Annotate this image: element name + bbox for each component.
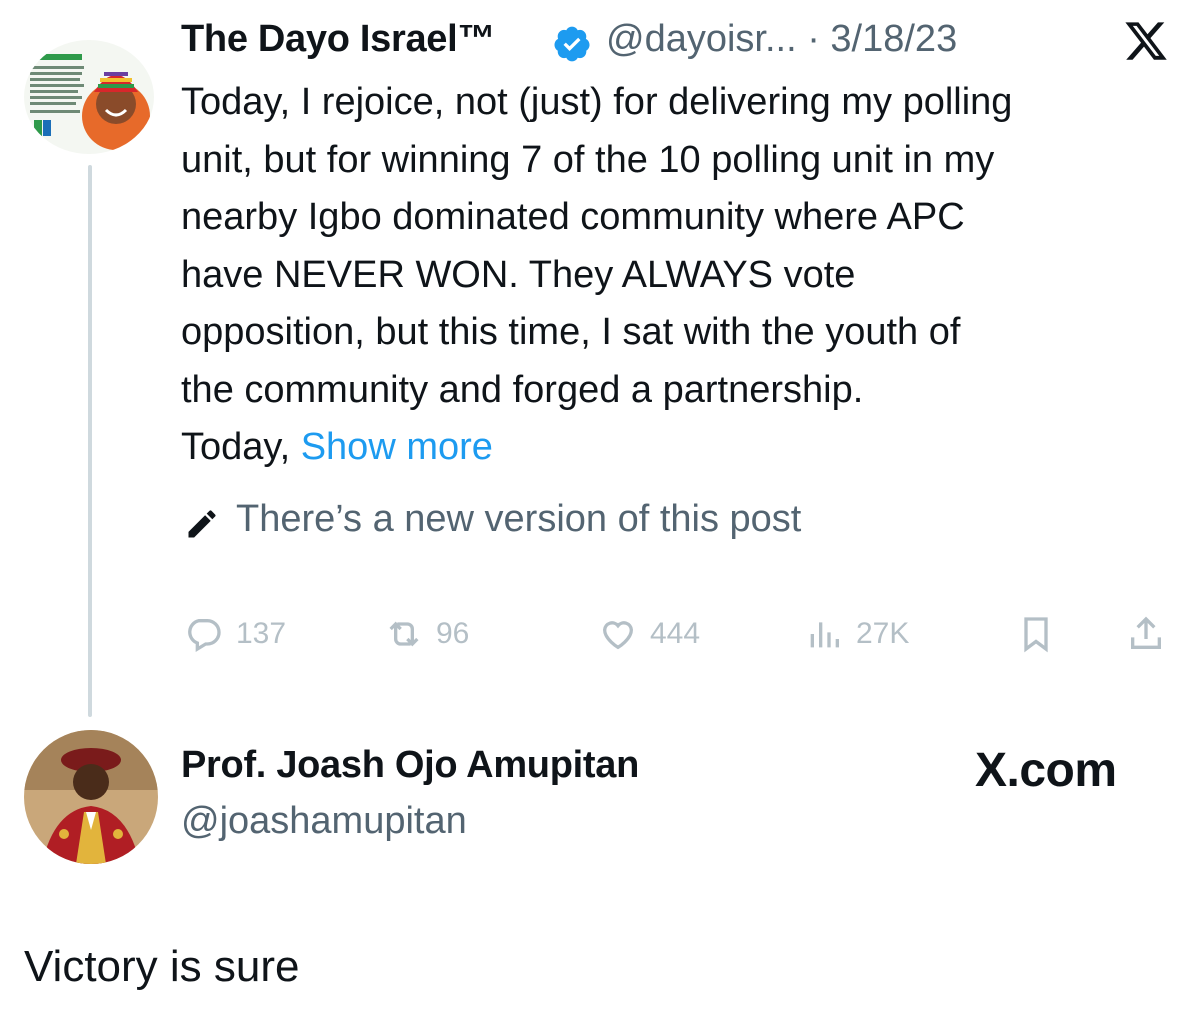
verified-badge-icon xyxy=(554,26,590,62)
thread-line xyxy=(88,165,92,717)
like-count: 444 xyxy=(650,617,701,650)
author-name[interactable]: The Dayo Israel™ xyxy=(181,18,495,61)
views-chart-icon xyxy=(810,622,839,648)
heart-icon xyxy=(602,621,634,650)
avatar-image xyxy=(24,730,158,864)
views-count: 27K xyxy=(856,617,910,650)
x-logo-icon[interactable] xyxy=(1122,18,1170,64)
profile-handle[interactable]: @joashamupitan xyxy=(181,800,467,843)
share-icon xyxy=(1131,616,1161,649)
repost-button[interactable]: 96 xyxy=(384,612,469,656)
handle-and-date[interactable]: @dayoisr... · 3/18/23 xyxy=(606,18,957,61)
repost-icon xyxy=(389,621,419,647)
bookmark-icon xyxy=(1024,617,1048,653)
bookmark-button[interactable] xyxy=(1016,612,1068,656)
tweet-body: Today, I rejoice, not (just) for deliver… xyxy=(181,81,1013,468)
show-more-link[interactable]: Show more xyxy=(301,426,493,468)
like-button[interactable]: 444 xyxy=(598,612,700,656)
x-com-brand: X.com xyxy=(975,744,1117,797)
tweet-text: Today, I rejoice, not (just) for deliver… xyxy=(181,74,1186,477)
reply-button[interactable]: 137 xyxy=(184,612,286,656)
avatar[interactable] xyxy=(24,730,158,864)
avatar[interactable] xyxy=(24,40,154,154)
share-button[interactable] xyxy=(1126,612,1178,656)
reply-text: Victory is sure xyxy=(24,942,300,991)
pencil-icon xyxy=(188,510,216,538)
repost-count: 96 xyxy=(436,617,470,650)
reply-count: 137 xyxy=(236,617,287,650)
avatar-image xyxy=(24,40,154,154)
edit-notice[interactable]: There’s a new version of this post xyxy=(236,498,801,541)
views-button[interactable]: 27K xyxy=(804,612,909,656)
profile-name[interactable]: Prof. Joash Ojo Amupitan xyxy=(181,744,639,787)
reply-icon xyxy=(188,619,221,652)
